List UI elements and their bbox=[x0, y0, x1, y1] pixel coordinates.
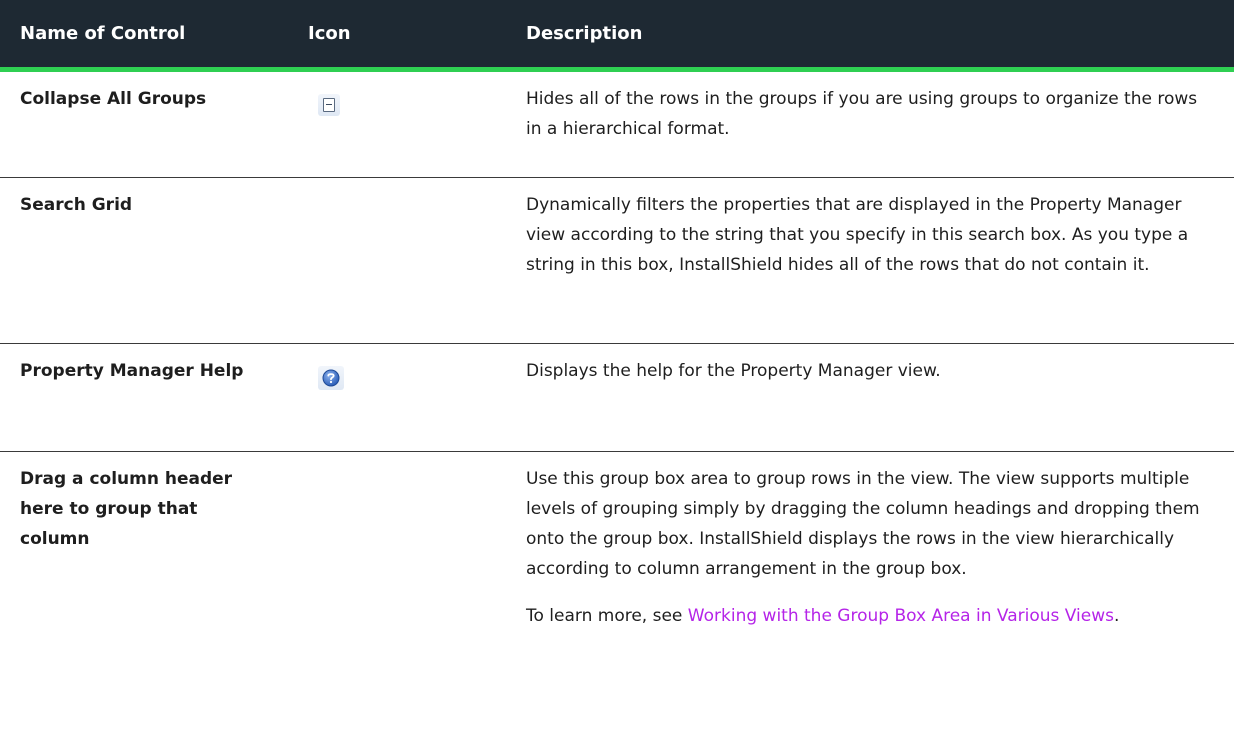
description-text: Displays the help for the Property Manag… bbox=[526, 360, 941, 381]
controls-table: Name of Control Icon Description Collaps… bbox=[0, 0, 1234, 734]
icon-cell bbox=[288, 451, 512, 734]
control-name: Search Grid bbox=[0, 177, 288, 344]
description-text: Hides all of the rows in the groups if y… bbox=[526, 88, 1198, 139]
header-name-of-control: Name of Control bbox=[0, 0, 288, 72]
header-row: Name of Control Icon Description bbox=[0, 0, 1234, 72]
collapse-all-icon bbox=[318, 93, 340, 116]
control-name: Property Manager Help bbox=[0, 343, 288, 452]
header-description: Description bbox=[512, 0, 1234, 72]
control-description: Use this group box area to group rows in… bbox=[512, 451, 1234, 734]
help-icon bbox=[318, 365, 344, 390]
note-suffix: . bbox=[1113, 605, 1120, 626]
control-name: Collapse All Groups bbox=[0, 69, 288, 178]
control-description: Hides all of the rows in the groups if y… bbox=[512, 69, 1234, 178]
icon-cell bbox=[288, 177, 512, 344]
table-header: Name of Control Icon Description bbox=[0, 0, 1234, 72]
description-text: Use this group box area to group rows in… bbox=[526, 468, 1200, 579]
table-row: Property Manager Help Displays the help … bbox=[0, 343, 1234, 452]
icon-cell bbox=[288, 69, 512, 178]
control-name: Drag a column header here to group that … bbox=[20, 468, 233, 549]
table-row: Drag a column header here to group that … bbox=[0, 451, 1234, 734]
note-prefix: To learn more, see bbox=[526, 605, 688, 626]
control-description: Displays the help for the Property Manag… bbox=[512, 343, 1234, 452]
description-text: Dynamically filters the properties that … bbox=[526, 194, 1189, 275]
header-icon: Icon bbox=[288, 0, 512, 72]
table-row: Search Grid Dynamically filters the prop… bbox=[0, 177, 1234, 344]
icon-cell bbox=[288, 343, 512, 452]
group-box-area-link[interactable]: Working with the Group Box Area in Vario… bbox=[688, 606, 1114, 626]
table-row: Collapse All Groups Hides all of the row… bbox=[0, 69, 1234, 178]
control-description: Dynamically filters the properties that … bbox=[512, 177, 1234, 344]
learn-more-note: To learn more, see Working with the Grou… bbox=[526, 601, 1204, 631]
